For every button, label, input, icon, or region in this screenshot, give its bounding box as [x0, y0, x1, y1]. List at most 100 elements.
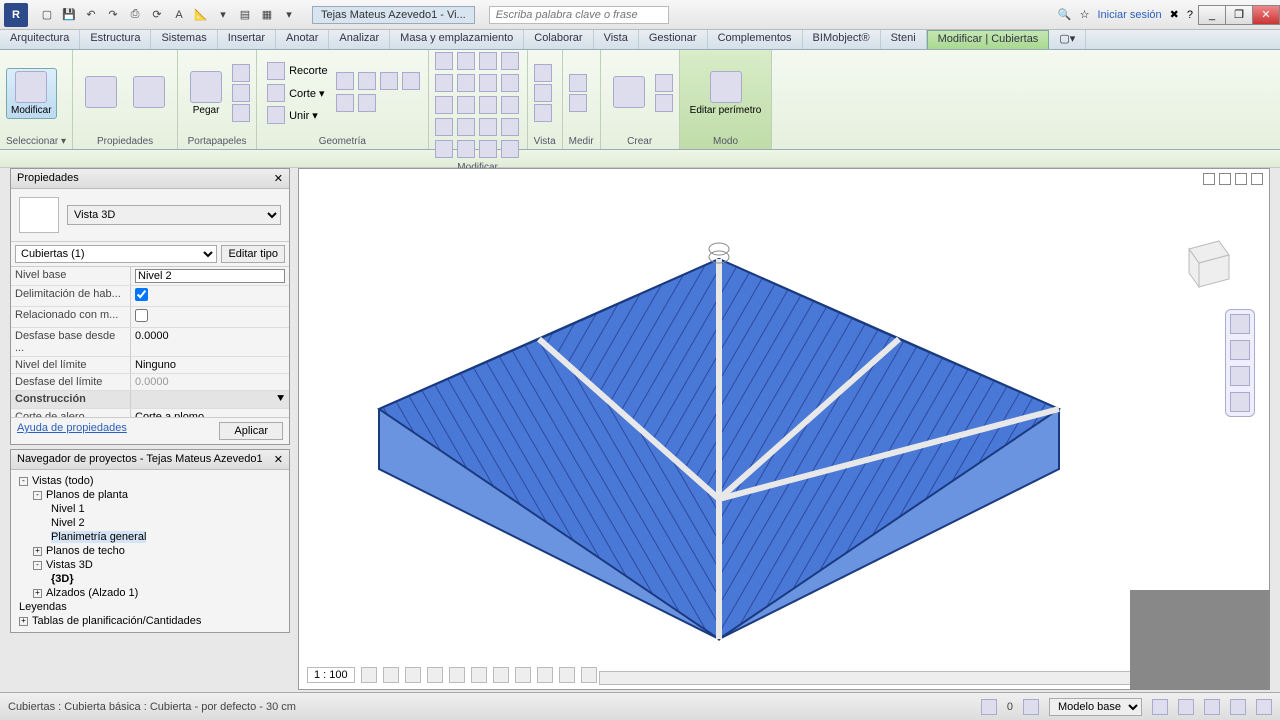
view-cube[interactable]: [1169, 229, 1239, 299]
text-icon[interactable]: A: [170, 6, 188, 24]
zoom-icon[interactable]: [1230, 366, 1250, 386]
open-icon[interactable]: ▢: [38, 6, 56, 24]
ribbon-m4-icon[interactable]: [501, 52, 519, 70]
create-icon[interactable]: [607, 74, 651, 112]
st1-icon[interactable]: [1152, 699, 1168, 715]
vp-icon[interactable]: [1251, 173, 1263, 185]
filter-icon[interactable]: [1256, 699, 1272, 715]
ribbon-m9-icon[interactable]: [435, 96, 453, 114]
print-icon[interactable]: ⎙: [126, 6, 144, 24]
expand-icon[interactable]: -: [33, 491, 42, 500]
tree-item[interactable]: Nivel 1: [15, 502, 285, 516]
tree-item[interactable]: +Alzados (Alzado 1): [15, 586, 285, 600]
more-icon[interactable]: ▾: [214, 6, 232, 24]
ribbon-m17-icon[interactable]: [435, 140, 453, 158]
filter-select[interactable]: Cubiertas (1): [15, 245, 217, 263]
st2-icon[interactable]: [1178, 699, 1194, 715]
expand-icon[interactable]: +: [19, 617, 28, 626]
vp-icon[interactable]: [1203, 173, 1215, 185]
shadow-icon[interactable]: [427, 667, 443, 683]
ribbon-m16-icon[interactable]: [501, 118, 519, 136]
ribbon-m5-icon[interactable]: [435, 74, 453, 92]
cursor-icon[interactable]: Modificar: [6, 68, 57, 119]
tab-arquitectura[interactable]: Arquitectura: [0, 30, 80, 49]
v3[interactable]: [534, 104, 552, 122]
ribbon-m2-icon[interactable]: [457, 52, 475, 70]
property-input[interactable]: [135, 269, 285, 283]
ribbon-g3-icon[interactable]: [380, 72, 398, 90]
login-link[interactable]: Iniciar sesión: [1097, 9, 1161, 21]
cut-geom-icon[interactable]: Corte ▾: [263, 83, 332, 103]
paste-icon[interactable]: Pegar: [184, 69, 228, 118]
wheel-icon[interactable]: [1230, 314, 1250, 334]
reveal-icon[interactable]: [559, 667, 575, 683]
tree-item[interactable]: -Vistas (todo): [15, 474, 285, 488]
qat3-icon[interactable]: ▦: [258, 6, 276, 24]
ribbon-m10-icon[interactable]: [457, 96, 475, 114]
ribbon-m13-icon[interactable]: [435, 118, 453, 136]
redo-icon[interactable]: ↷: [104, 6, 122, 24]
ribbon-g4-icon[interactable]: [402, 72, 420, 90]
pan-icon[interactable]: [1230, 340, 1250, 360]
ribbon-g1-icon[interactable]: [336, 72, 354, 90]
property-checkbox[interactable]: [135, 309, 148, 322]
crop-icon[interactable]: [471, 667, 487, 683]
qat2-icon[interactable]: ▤: [236, 6, 254, 24]
tab-insertar[interactable]: Insertar: [218, 30, 276, 49]
ribbon-m6-icon[interactable]: [457, 74, 475, 92]
measure-icon[interactable]: 📐: [192, 6, 210, 24]
c2[interactable]: [655, 94, 673, 112]
ribbon-m1-icon[interactable]: [435, 52, 453, 70]
crop2-icon[interactable]: [493, 667, 509, 683]
ribbon-m15-icon[interactable]: [479, 118, 497, 136]
st4-icon[interactable]: [1230, 699, 1246, 715]
close-icon[interactable]: ✕: [274, 453, 283, 466]
sun-icon[interactable]: [405, 667, 421, 683]
render-icon[interactable]: [449, 667, 465, 683]
expand-icon[interactable]: +: [33, 589, 42, 598]
minimize-button[interactable]: _: [1198, 5, 1226, 25]
tab-extra[interactable]: ▢▾: [1049, 30, 1086, 49]
select-icon[interactable]: [1023, 699, 1039, 715]
roof-model[interactable]: [349, 209, 1069, 669]
unlock-icon[interactable]: [515, 667, 531, 683]
close-icon[interactable]: ✕: [274, 172, 283, 185]
tab-estructura[interactable]: Estructura: [80, 30, 151, 49]
tab-bimobject-[interactable]: BIMobject®: [803, 30, 881, 49]
expand-icon[interactable]: -: [33, 561, 42, 570]
properties-help-link[interactable]: Ayuda de propiedades: [17, 422, 127, 440]
help-icon[interactable]: ?: [1187, 9, 1193, 21]
tab-anotar[interactable]: Anotar: [276, 30, 329, 49]
search-input[interactable]: [489, 6, 669, 24]
workset-icon[interactable]: [981, 699, 997, 715]
tab-complementos[interactable]: Complementos: [708, 30, 803, 49]
tree-item[interactable]: +Tablas de planificación/Cantidades: [15, 614, 285, 628]
edit-type-button[interactable]: Editar tipo: [221, 245, 285, 263]
tree-item[interactable]: +Planos de techo: [15, 544, 285, 558]
vp-icon[interactable]: [1219, 173, 1231, 185]
ribbon-m14-icon[interactable]: [457, 118, 475, 136]
ribbon-m12-icon[interactable]: [501, 96, 519, 114]
ribbon-m19-icon[interactable]: [479, 140, 497, 158]
ribbon-g2-icon[interactable]: [358, 72, 376, 90]
workset-select[interactable]: Modelo base: [1049, 698, 1142, 716]
tree-item[interactable]: Planimetría general: [15, 530, 285, 544]
tab-gestionar[interactable]: Gestionar: [639, 30, 708, 49]
ribbon-g5-icon[interactable]: [336, 94, 354, 112]
copy-icon[interactable]: [232, 84, 250, 102]
ribbon-g6-icon[interactable]: [358, 94, 376, 112]
cut-icon[interactable]: [232, 64, 250, 82]
c1[interactable]: [655, 74, 673, 92]
save-icon[interactable]: 💾: [60, 6, 78, 24]
maximize-button[interactable]: ❐: [1225, 5, 1253, 25]
analytic-icon[interactable]: [581, 667, 597, 683]
tab-steni[interactable]: Steni: [881, 30, 927, 49]
tree-item[interactable]: {3D}: [15, 572, 285, 586]
edit-boundary-icon[interactable]: Editar perímetro: [686, 69, 766, 118]
tab-modificar-cubiertas[interactable]: Modificar | Cubiertas: [927, 30, 1050, 49]
properties-icon[interactable]: [79, 74, 123, 112]
ribbon-m8-icon[interactable]: [501, 74, 519, 92]
me1[interactable]: [569, 74, 587, 92]
expand-icon[interactable]: +: [33, 547, 42, 556]
type-selector[interactable]: Vista 3D: [67, 205, 281, 225]
